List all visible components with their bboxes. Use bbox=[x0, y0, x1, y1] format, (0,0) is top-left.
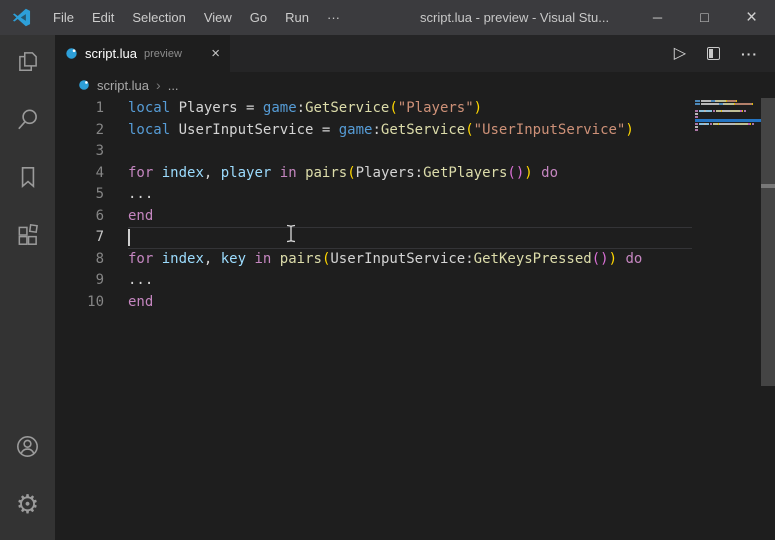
minimap-line bbox=[695, 116, 761, 118]
minimap-line bbox=[695, 100, 761, 102]
menu-item-more[interactable]: ··· bbox=[318, 0, 349, 35]
line-number: 5 bbox=[55, 184, 104, 206]
line-number: 4 bbox=[55, 163, 104, 185]
code-line-1[interactable]: local Players = game:GetService("Players… bbox=[128, 98, 642, 120]
vertical-scrollbar bbox=[761, 98, 775, 540]
activity-item-search[interactable] bbox=[4, 95, 52, 143]
code-line-10[interactable]: end bbox=[128, 292, 642, 314]
minimap-line bbox=[695, 106, 761, 108]
bookmark-icon bbox=[15, 164, 41, 190]
code-line-4[interactable]: for index, player in pairs(Players:GetPl… bbox=[128, 163, 642, 185]
account-icon bbox=[14, 433, 41, 460]
activity-item-account[interactable] bbox=[4, 422, 52, 470]
code-line-3[interactable] bbox=[128, 141, 642, 163]
code-line-6[interactable]: end bbox=[128, 206, 642, 228]
breadcrumb-symbol[interactable]: ... bbox=[168, 78, 179, 93]
vscode-logo-icon bbox=[12, 8, 31, 27]
activity-bar: ⚙ bbox=[0, 35, 55, 540]
split-editor-button[interactable] bbox=[707, 47, 720, 60]
tab-filename: script.lua bbox=[85, 46, 137, 61]
line-number: 1 bbox=[55, 98, 104, 120]
minimap[interactable] bbox=[695, 98, 761, 132]
menu-item-run[interactable]: Run bbox=[276, 0, 318, 35]
mouse-cursor-ibeam bbox=[285, 224, 297, 243]
run-button[interactable]: ▷ bbox=[674, 46, 686, 62]
text-caret bbox=[128, 229, 130, 246]
menu-item-view[interactable]: View bbox=[195, 0, 241, 35]
activity-item-settings[interactable]: ⚙ bbox=[4, 480, 52, 528]
editor-actions: ▷ ··· bbox=[674, 35, 775, 72]
main-layout: ⚙ script.lua preview × ▷ · bbox=[0, 35, 775, 540]
activity-item-extensions[interactable] bbox=[4, 211, 52, 259]
line-number: 9 bbox=[55, 270, 104, 292]
maximize-button[interactable]: □ bbox=[681, 0, 728, 35]
line-number: 7 bbox=[55, 227, 104, 249]
explorer-icon bbox=[15, 48, 41, 74]
breadcrumb-separator-icon: › bbox=[156, 77, 161, 93]
minimap-line bbox=[695, 110, 761, 112]
minimap-line bbox=[695, 126, 761, 128]
window-title: script.lua - preview - Visual Stu... bbox=[420, 0, 609, 35]
more-actions-button[interactable]: ··· bbox=[741, 47, 758, 61]
menu-item-file[interactable]: File bbox=[44, 0, 83, 35]
search-icon bbox=[15, 106, 41, 132]
breadcrumb-file[interactable]: script.lua bbox=[97, 78, 149, 93]
menu-item-go[interactable]: Go bbox=[241, 0, 276, 35]
tab-bar: script.lua preview × ▷ ··· bbox=[55, 35, 775, 72]
code-lines: local Players = game:GetService("Players… bbox=[128, 98, 642, 313]
vscode-window: FileEditSelectionViewGoRun··· script.lua… bbox=[0, 0, 775, 540]
window-controls: ─ □ × bbox=[634, 0, 775, 35]
lua-file-icon bbox=[65, 47, 78, 60]
breadcrumb: script.lua › ... bbox=[55, 72, 775, 98]
minimap-line bbox=[695, 113, 761, 115]
line-number: 6 bbox=[55, 206, 104, 228]
line-number: 10 bbox=[55, 292, 104, 314]
line-number: 3 bbox=[55, 141, 104, 163]
gear-icon: ⚙ bbox=[16, 491, 39, 517]
minimap-line bbox=[695, 123, 761, 125]
overview-ruler-cursor-marker bbox=[761, 184, 775, 188]
minimize-button[interactable]: ─ bbox=[634, 0, 681, 35]
menu-item-selection[interactable]: Selection bbox=[123, 0, 194, 35]
code-editor[interactable]: 12345678910 local Players = game:GetServ… bbox=[55, 98, 775, 540]
extensions-icon bbox=[15, 222, 41, 248]
activity-item-explorer[interactable] bbox=[4, 37, 52, 85]
minimap-line bbox=[695, 129, 761, 131]
menu-bar: FileEditSelectionViewGoRun··· bbox=[44, 0, 349, 35]
tab-script-lua[interactable]: script.lua preview × bbox=[55, 35, 230, 72]
close-window-button[interactable]: × bbox=[728, 0, 775, 35]
lua-file-icon bbox=[78, 79, 90, 91]
title-bar: FileEditSelectionViewGoRun··· script.lua… bbox=[0, 0, 775, 35]
line-number: 2 bbox=[55, 120, 104, 142]
code-line-5[interactable]: ... bbox=[128, 184, 642, 206]
scrollbar-thumb[interactable] bbox=[761, 98, 775, 386]
line-number: 8 bbox=[55, 249, 104, 271]
activity-item-bookmarks[interactable] bbox=[4, 153, 52, 201]
code-line-7[interactable] bbox=[128, 227, 642, 249]
editor-region: script.lua preview × ▷ ··· script.lua › bbox=[55, 35, 775, 540]
code-line-8[interactable]: for index, key in pairs(UserInputService… bbox=[128, 249, 642, 271]
gutter: 12345678910 bbox=[55, 98, 104, 313]
code-line-9[interactable]: ... bbox=[128, 270, 642, 292]
menu-item-edit[interactable]: Edit bbox=[83, 0, 123, 35]
tab-close-icon[interactable]: × bbox=[211, 46, 220, 61]
code-line-2[interactable]: local UserInputService = game:GetService… bbox=[128, 120, 642, 142]
tab-preview-badge: preview bbox=[144, 48, 182, 60]
minimap-line bbox=[695, 103, 761, 105]
